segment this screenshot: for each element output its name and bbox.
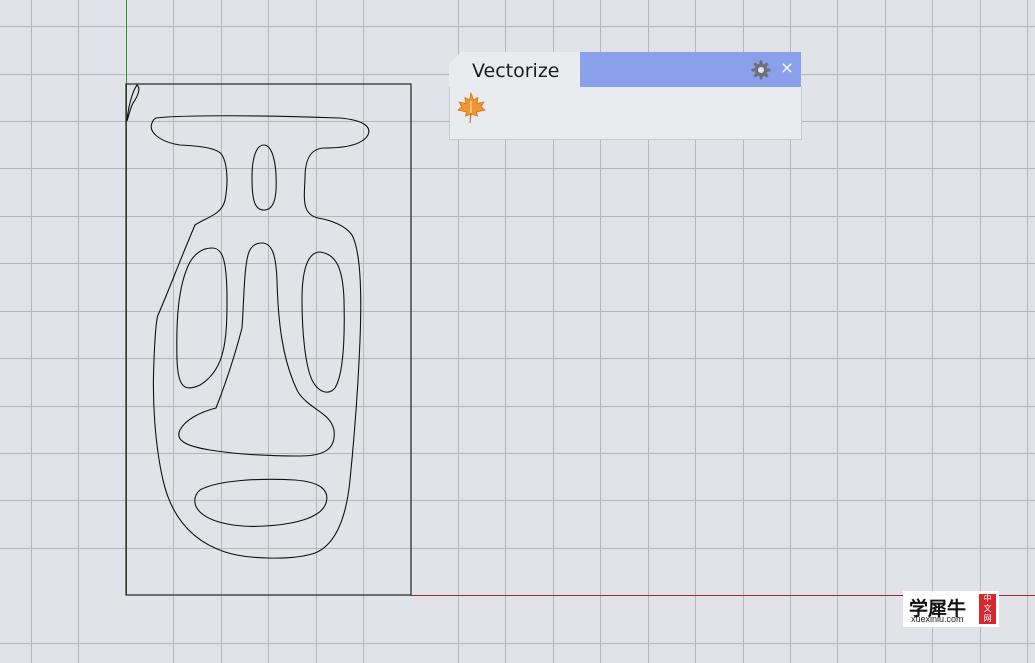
tab-vectorize-label: Vectorize [472,60,560,82]
mouth-curve [194,478,328,527]
badge-char: 中 [983,594,992,603]
badge-char: 网 [983,614,992,623]
close-icon[interactable]: × [779,58,795,78]
top-slot-curve [251,144,277,211]
maple-leaf-icon[interactable] [455,91,487,125]
right-eye-curve [301,251,345,393]
outer-profile-curve [150,115,370,559]
gear-icon[interactable] [751,60,771,80]
nose-curve [178,242,335,457]
tab-vectorize[interactable]: Vectorize [449,52,580,87]
badge-char: 文 [983,604,992,613]
left-eye-curve [176,247,228,389]
xuexiniu-watermark: 学犀牛 xuexiniu.com 中 文 网 [903,591,999,627]
vectorize-panel: Vectorize × [449,52,802,140]
watermark-url: xuexiniu.com [911,614,964,624]
watermark-badge: 中 文 网 [979,594,996,624]
corner-curve [126,84,140,122]
panel-tab-bar: Vectorize × [449,52,801,87]
panel-body [449,87,802,140]
